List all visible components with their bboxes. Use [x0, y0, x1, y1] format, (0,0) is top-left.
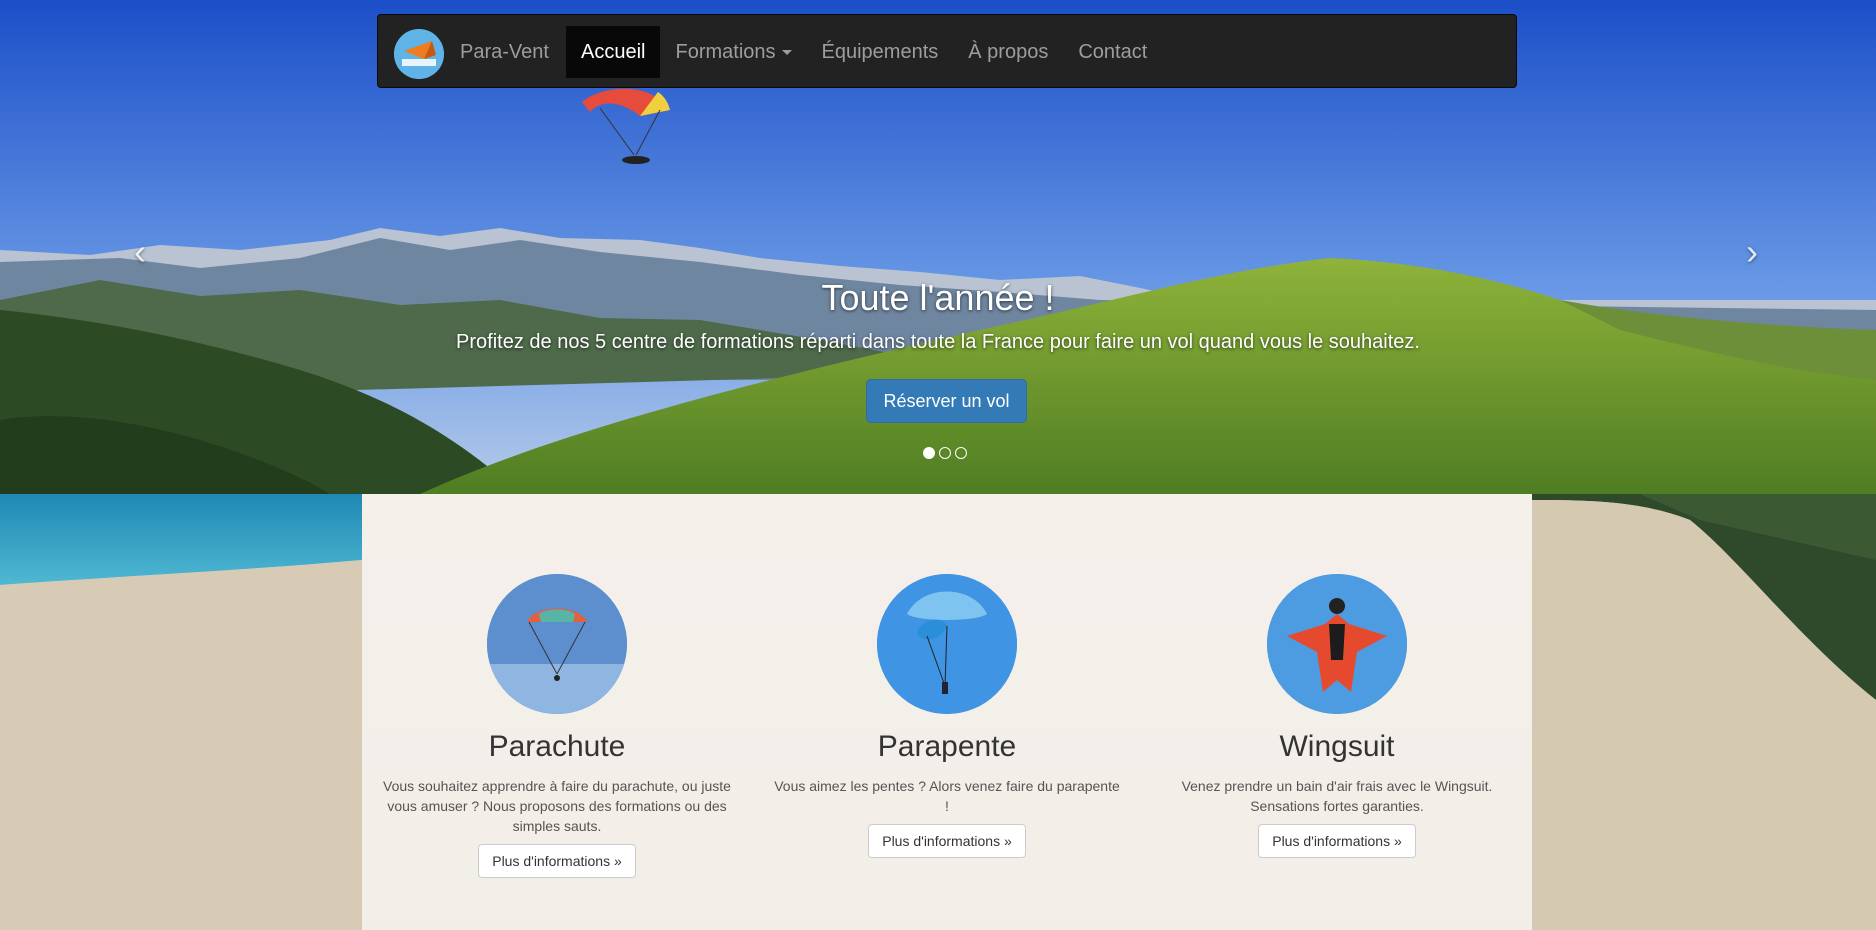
- nav-item-a-propos[interactable]: À propos: [953, 26, 1063, 78]
- feature-title: Wingsuit: [1279, 730, 1395, 763]
- wingsuit-image: [1267, 574, 1407, 714]
- main-container: Parachute Vous souhaitez apprendre à fai…: [362, 494, 1532, 930]
- nav-item-formations-label: Formations: [675, 41, 776, 63]
- parachute-more-info-button[interactable]: Plus d'informations »: [478, 844, 636, 878]
- wingsuit-icon: [1267, 574, 1407, 714]
- nav-item-equipements[interactable]: Équipements: [807, 26, 954, 78]
- carousel-indicator-1[interactable]: [923, 447, 935, 459]
- brand-logo[interactable]: [394, 29, 444, 79]
- carousel-prev-icon[interactable]: ‹: [120, 232, 160, 272]
- parapente-more-info-button[interactable]: Plus d'informations »: [868, 824, 1026, 858]
- carousel-caption-title: Toute l'année !: [821, 277, 1055, 318]
- parachute-image: [487, 574, 627, 714]
- wingsuit-more-info-button[interactable]: Plus d'informations »: [1258, 824, 1416, 858]
- parachute-icon: [487, 574, 627, 714]
- caret-down-icon: [781, 50, 792, 56]
- carousel-indicator-2[interactable]: [939, 447, 951, 459]
- brand-logo-icon: [394, 29, 444, 79]
- feature-text: Venez prendre un bain d'air frais avec l…: [1181, 778, 1493, 814]
- brand-name[interactable]: Para-Vent: [460, 15, 549, 89]
- navbar: Para-Vent Accueil Formations Équipements…: [377, 14, 1517, 88]
- parapente-image: [877, 574, 1017, 714]
- nav-item-accueil[interactable]: Accueil: [566, 26, 661, 78]
- feature-text: Vous aimez les pentes ? Alors venez fair…: [774, 778, 1120, 814]
- feature-title: Parapente: [877, 730, 1017, 763]
- feature-title: Parachute: [488, 730, 626, 763]
- carousel-caption-text: Profitez de nos 5 centre de formations r…: [456, 331, 1420, 353]
- paraglider-icon: [877, 574, 1017, 714]
- nav-item-contact[interactable]: Contact: [1063, 26, 1162, 78]
- book-flight-button[interactable]: Réserver un vol: [866, 379, 1027, 423]
- main-nav: Accueil Formations Équipements À propos …: [566, 26, 1162, 78]
- feature-text: Vous souhaitez apprendre à faire du para…: [383, 778, 731, 834]
- carousel-indicator-3[interactable]: [955, 447, 967, 459]
- carousel-next-icon[interactable]: ›: [1732, 232, 1772, 272]
- nav-item-formations[interactable]: Formations: [660, 26, 806, 78]
- carousel-indicators: [923, 447, 967, 459]
